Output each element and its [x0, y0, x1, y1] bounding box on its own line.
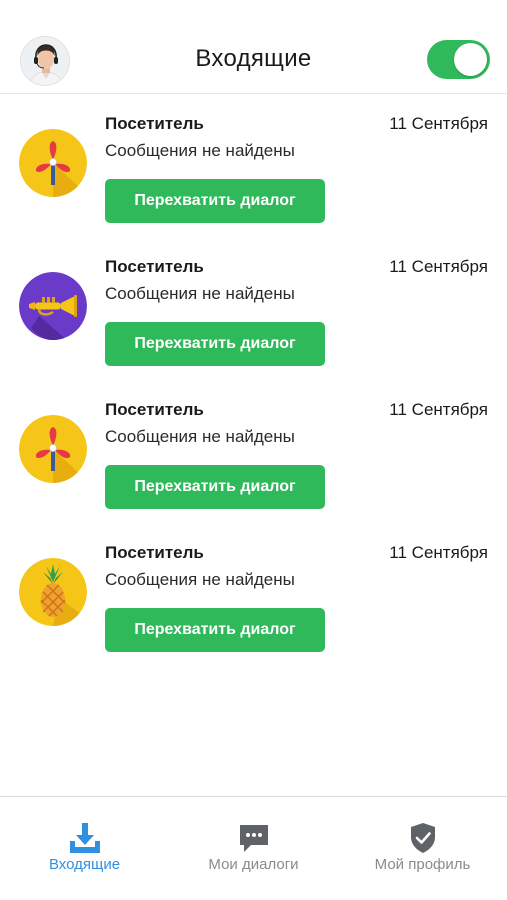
app-header: Входящие: [0, 0, 507, 94]
pineapple-icon: [19, 558, 87, 626]
tab-label: Мои диалоги: [208, 856, 299, 873]
message-date: 11 Сентября: [389, 257, 488, 276]
visitor-name: Посетитель: [105, 400, 204, 419]
trumpet-icon: [19, 272, 87, 340]
list-item: Посетитель 11 Сентября Сообщения не найд…: [0, 238, 507, 381]
visitor-name: Посетитель: [105, 543, 204, 562]
tab-label: Мой профиль: [374, 856, 471, 873]
list-item: Посетитель 11 Сентября Сообщения не найд…: [0, 95, 507, 238]
intercept-dialog-button[interactable]: Перехватить диалог: [105, 179, 325, 223]
list-item: Посетитель 11 Сентября Сообщения не найд…: [0, 524, 507, 667]
toggle-knob[interactable]: [454, 43, 487, 76]
message-preview: Сообщения не найдены: [105, 570, 295, 589]
bottom-tab-bar: Входящие Мои диалоги Мой профиль: [0, 796, 507, 900]
intercept-dialog-button[interactable]: Перехватить диалог: [105, 608, 325, 652]
intercept-dialog-button[interactable]: Перехватить диалог: [105, 465, 325, 509]
visitor-name: Посетитель: [105, 114, 204, 133]
message-date: 11 Сентября: [389, 400, 488, 419]
fan-icon: [19, 129, 87, 197]
inbox-download-icon: [68, 821, 102, 855]
message-preview: Сообщения не найдены: [105, 284, 295, 303]
tab-my-dialogs[interactable]: Мои диалоги: [169, 797, 338, 900]
conversation-list: Посетитель 11 Сентября Сообщения не найд…: [0, 95, 507, 667]
shield-check-icon: [406, 821, 440, 855]
message-preview: Сообщения не найдены: [105, 427, 295, 446]
visitor-name: Посетитель: [105, 257, 204, 276]
message-date: 11 Сентября: [389, 114, 488, 133]
tab-label: Входящие: [48, 856, 121, 873]
intercept-dialog-button[interactable]: Перехватить диалог: [105, 322, 325, 366]
tab-inbox[interactable]: Входящие: [0, 797, 169, 900]
tab-my-profile[interactable]: Мой профиль: [338, 797, 507, 900]
list-item: Посетитель 11 Сентября Сообщения не найд…: [0, 381, 507, 524]
message-preview: Сообщения не найдены: [105, 141, 295, 160]
online-toggle[interactable]: [427, 40, 490, 79]
message-date: 11 Сентября: [389, 543, 488, 562]
chat-bubble-icon: [237, 821, 271, 855]
fan-icon: [19, 415, 87, 483]
